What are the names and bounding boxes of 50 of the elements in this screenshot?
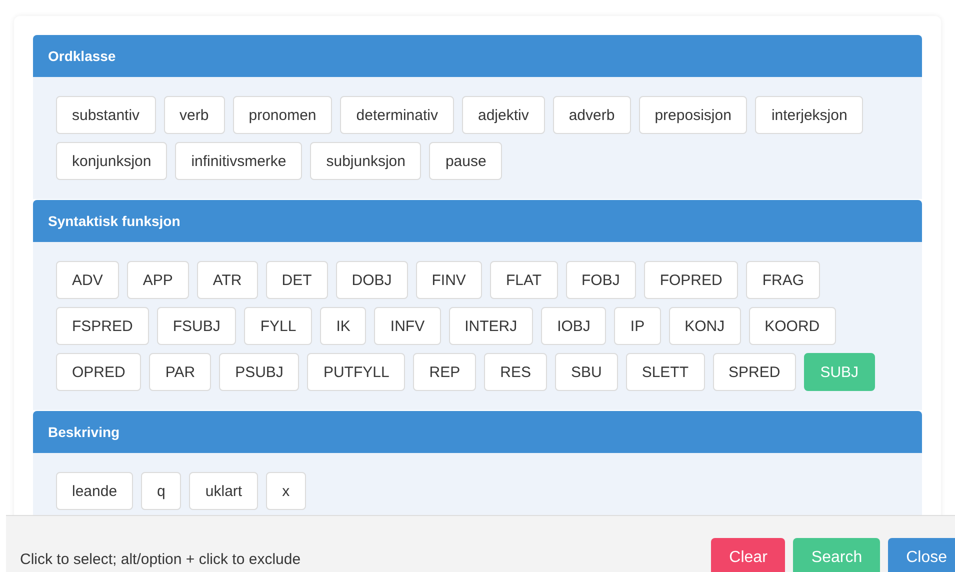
tag-button[interactable]: PAR	[149, 353, 212, 391]
tag-button[interactable]: IOBJ	[541, 307, 606, 345]
tag-button[interactable]: FSPRED	[56, 307, 149, 345]
tag-button[interactable]: konjunksjon	[56, 142, 168, 180]
tag-button[interactable]: pause	[429, 142, 502, 180]
tag-button[interactable]: determinativ	[340, 96, 454, 134]
danger-button[interactable]: Clear	[711, 538, 786, 572]
tag-button[interactable]: x	[266, 472, 306, 510]
tag-button[interactable]: APP	[126, 261, 189, 299]
tag-button[interactable]: SBU	[554, 353, 618, 391]
tag-button[interactable]: IK	[320, 307, 366, 345]
tag-button[interactable]: OPRED	[56, 353, 142, 391]
tag-button[interactable]: infinitivsmerke	[175, 142, 302, 180]
tag-button[interactable]: FYLL	[244, 307, 312, 345]
tag-button[interactable]: pronomen	[232, 96, 332, 134]
tag-button[interactable]: PUTFYLL	[307, 353, 406, 391]
section-header: Syntaktisk funksjon	[33, 200, 922, 242]
tag-button[interactable]: FSUBJ	[156, 307, 236, 345]
tag-button[interactable]: uklart	[189, 472, 258, 510]
hint-text: Click to select; alt/option + click to exclude	[20, 551, 302, 568]
tag-button[interactable]: KOORD	[748, 307, 836, 345]
tag-button[interactable]: preposisjon	[638, 96, 748, 134]
tag-button[interactable]: adjektiv	[462, 96, 545, 134]
tag-button[interactable]: FOBJ	[566, 261, 636, 299]
tag-button[interactable]: FLAT	[490, 261, 558, 299]
section-header: Beskriving	[33, 411, 922, 453]
tag-button[interactable]: DET	[266, 261, 328, 299]
tag-button[interactable]: INFV	[374, 307, 441, 345]
tag-button[interactable]: FRAG	[746, 261, 820, 299]
tag-button[interactable]: DOBJ	[336, 261, 408, 299]
tag-button[interactable]: FINV	[416, 261, 482, 299]
tag-button[interactable]: interjeksjon	[755, 96, 864, 134]
tag-button[interactable]: FOPRED	[644, 261, 738, 299]
tag-button[interactable]: SLETT	[626, 353, 705, 391]
tag-button[interactable]: ATR	[196, 261, 258, 299]
tag-button[interactable]: SPRED	[712, 353, 796, 391]
tag-button[interactable]: q	[141, 472, 182, 510]
tag-button[interactable]: adverb	[552, 96, 631, 134]
tag-button[interactable]: INTERJ	[448, 307, 534, 345]
tag-button[interactable]: IP	[614, 307, 661, 345]
tag-button[interactable]: leande	[56, 472, 134, 510]
tag-button[interactable]: KONJ	[668, 307, 741, 345]
tag-button[interactable]: subjunksjon	[310, 142, 422, 180]
tag-button[interactable]: substantiv	[56, 96, 156, 134]
section-header: Ordklasse	[33, 35, 922, 77]
tag-button[interactable]: RES	[484, 353, 547, 391]
tag-button[interactable]: PSUBJ	[219, 353, 300, 391]
tag-button[interactable]: REP	[413, 353, 476, 391]
tag-button[interactable]: verb	[164, 96, 225, 134]
tag-button[interactable]: ADV	[56, 261, 119, 299]
